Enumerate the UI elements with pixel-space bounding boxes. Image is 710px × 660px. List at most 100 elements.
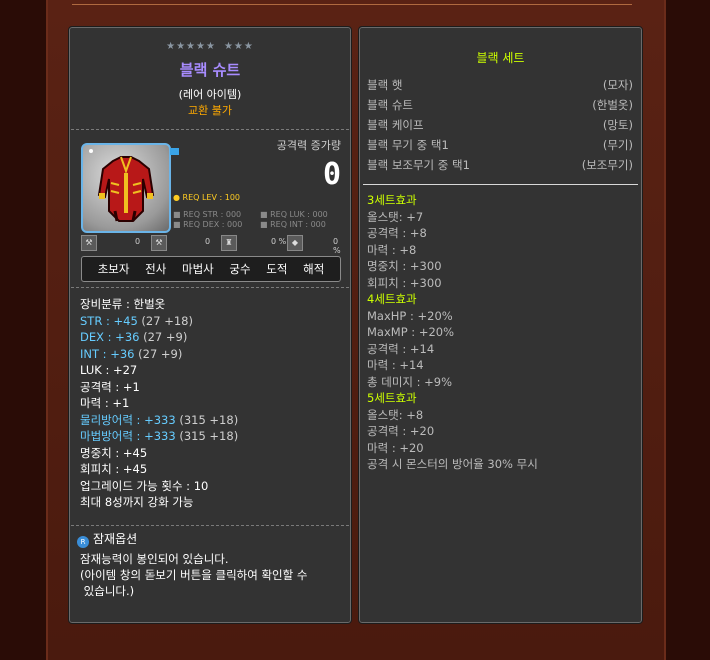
stat-dex-total: DEX : +36: [80, 330, 140, 344]
set-effect: 공격력 : +8: [367, 226, 427, 240]
job-warrior: 전사: [145, 262, 167, 276]
set-title: 블랙 세트: [476, 51, 525, 65]
shield-icon: ◆: [287, 235, 303, 251]
stat-attack: 공격력 : +1: [80, 379, 140, 394]
star-group-2: ★★★: [223, 41, 254, 52]
set-item-slot: (한벌옷): [592, 98, 633, 112]
req-int: ■ REQ INT : 000: [260, 220, 326, 229]
set-item: 블랙 케이프 (망토): [367, 115, 633, 135]
stat-value: 0 %: [333, 237, 341, 255]
set-item-name: 블랙 보조무기 중 택1: [367, 158, 470, 172]
item-tooltip: ★★★★★ ★★★ 블랙 슈트 (레어 아이템) 교환 불가 공격력 증가량 0 …: [68, 26, 352, 624]
star-rating: ★★★★★ ★★★: [69, 41, 351, 52]
upgrade-count: 업그레이드 가능 횟수 : 10: [80, 478, 209, 493]
job-magician: 마법사: [181, 262, 214, 276]
stat-accuracy: 명중치 : +45: [80, 445, 148, 460]
stat-dex: DEX : +36 (27 +9): [80, 329, 340, 346]
job-beginner: 초보자: [97, 262, 130, 276]
wrench-icon: ⚒: [151, 235, 167, 251]
set-effect: 올스탯: +8: [367, 407, 424, 422]
stat-magic: 마력 : +1: [80, 396, 130, 410]
set-effect-header-3: 3세트효과: [367, 193, 417, 207]
stat-mdef-detail: (315 +18): [175, 429, 239, 443]
item-stats: 장비분류 : 한벌옷 STR : +45 (27 +18) DEX : +36 …: [80, 296, 340, 511]
dot-icon: [89, 149, 93, 153]
set-effect: 마력 : +20: [367, 440, 424, 455]
set-effect: 마력 : +14: [367, 358, 424, 372]
item-image: [81, 143, 171, 233]
potential-line: 있습니다.): [80, 584, 135, 598]
divider: [71, 129, 349, 130]
req-str: ■ REQ STR : 000: [173, 210, 242, 219]
starforce-max: 최대 8성까지 강화 가능: [80, 495, 194, 509]
stat-str-detail: (27 +18): [137, 313, 193, 328]
set-item-slot: (망토): [602, 118, 633, 132]
stat-pdef: 물리방어력 : +333 (315 +18): [80, 412, 340, 429]
req-level: ● REQ LEV : 100: [173, 193, 241, 202]
suit-icon: [97, 156, 155, 222]
set-effect: MaxMP : +20%: [367, 325, 455, 339]
req-luk: ■ REQ LUK : 000: [260, 210, 328, 219]
job-thief: 도적: [266, 262, 288, 276]
set-effect-header-4: 4세트효과: [367, 292, 417, 306]
top-divider: [72, 0, 632, 5]
stat-dex-detail: (27 +9): [139, 330, 188, 344]
rare-grade-icon: R: [77, 536, 89, 548]
set-item-slot: (무기): [602, 138, 633, 152]
divider: [71, 287, 349, 288]
attack-increase-label: 공격력 증가량: [276, 139, 341, 152]
set-item-slot: (보조무기): [581, 158, 633, 172]
stat-int-detail: (27 +9): [134, 346, 183, 361]
trade-status: 교환 불가: [188, 104, 232, 117]
job-requirements: 초보자 전사 마법사 궁수 도적 해적: [81, 256, 341, 282]
set-effect: 올스탯: +7: [367, 209, 424, 224]
potential-line: (아이템 창의 돋보기 버튼을 클릭하여 확인할 수: [80, 568, 308, 582]
set-effect: MaxHP : +20%: [367, 308, 453, 323]
stat-avoid: 회피치 : +45: [80, 462, 148, 476]
set-item-slot: (모자): [602, 78, 633, 92]
set-effects: 3세트효과 올스탯: +7 공격력 : +8 마력 : +8 명중치 : +30…: [367, 192, 633, 473]
stat-icon-row: ⚒ 0 ⚒ 0 ♜ 0 % ◆ 0 %: [81, 234, 343, 255]
stat-value: 0: [205, 237, 211, 246]
set-effect: 공격력 : +14: [367, 341, 435, 356]
potential-title: 잠재옵션: [93, 532, 138, 546]
stat-str-total: STR : +45: [80, 313, 138, 328]
set-item-name: 블랙 케이프: [367, 118, 424, 132]
potential-header: R 잠재옵션: [77, 530, 137, 548]
stat-mdef: 마법방어력 : +333 (315 +18): [80, 428, 340, 445]
set-effect: 공격 시 몬스터의 방어율 30% 무시: [367, 457, 538, 471]
set-item-name: 블랙 슈트: [367, 98, 413, 112]
set-item: 블랙 보조무기 중 택1 (보조무기): [367, 155, 633, 175]
stat-value: 0: [135, 237, 141, 246]
divider: [71, 525, 349, 526]
equip-category: 장비분류 : 한벌옷: [80, 297, 166, 311]
star-group-1: ★★★★★: [166, 41, 216, 52]
stat-luk: LUK : +27: [80, 363, 138, 377]
set-item: 블랙 무기 중 택1 (무기): [367, 135, 633, 155]
job-archer: 궁수: [229, 262, 251, 276]
set-item: 블랙 슈트 (한벌옷): [367, 95, 633, 115]
potential-description: 잠재능력이 봉인되어 있습니다. (아이템 창의 돋보기 버튼을 클릭하여 확인…: [80, 551, 344, 599]
job-pirate: 해적: [303, 262, 325, 276]
anvil-icon: ♜: [221, 235, 237, 251]
set-effect: 마력 : +8: [367, 242, 417, 257]
stat-value: 0 %: [271, 237, 287, 246]
stat-str: STR : +45 (27 +18): [80, 313, 340, 330]
flag-icon: [170, 148, 179, 155]
set-item-name: 블랙 햇: [367, 78, 403, 92]
item-rarity: (레어 아이템): [178, 88, 242, 101]
set-item-name: 블랙 무기 중 택1: [367, 138, 449, 152]
wrench-icon: ⚒: [81, 235, 97, 251]
set-item-list: 블랙 햇 (모자) 블랙 슈트 (한벌옷) 블랙 케이프 (망토) 블랙 무기 중 택…: [367, 75, 633, 175]
stat-mdef-total: 마법방어력 : +333: [80, 429, 176, 443]
set-tooltip: 블랙 세트 블랙 햇 (모자) 블랙 슈트 (한벌옷) 블랙 케이프 (망토) 블랙 …: [358, 26, 643, 624]
stat-pdef-total: 물리방어력 : +333: [80, 412, 176, 427]
stat-pdef-detail: (315 +18): [175, 412, 239, 427]
stat-int: INT : +36 (27 +9): [80, 346, 340, 363]
set-item: 블랙 햇 (모자): [367, 75, 633, 95]
set-effect: 총 데미지 : +9%: [367, 374, 453, 389]
set-effect: 공격력 : +20: [367, 424, 435, 438]
set-effect-header-5: 5세트효과: [367, 391, 417, 405]
set-effect: 명중치 : +300: [367, 259, 442, 273]
set-effect: 회피치 : +300: [367, 275, 442, 290]
